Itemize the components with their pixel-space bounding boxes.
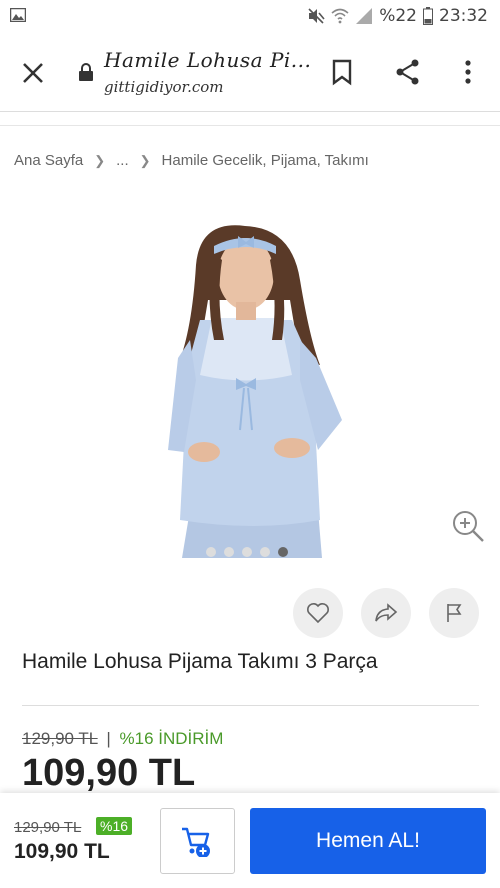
report-button[interactable] [429, 588, 479, 638]
discount-badge: %16 [96, 817, 133, 835]
bottom-old-price: 129,90 TL [14, 819, 82, 836]
close-icon[interactable] [18, 58, 48, 88]
gallery-pagination [206, 547, 288, 557]
share-arrow-icon [375, 603, 398, 622]
battery-icon [423, 7, 433, 25]
signal-icon [356, 8, 373, 24]
favorite-button[interactable] [293, 588, 343, 638]
product-title: Hamile Lohusa Pijama Takımı 3 Parça [22, 650, 378, 673]
gallery-dot[interactable] [242, 547, 252, 557]
breadcrumb-ellipsis[interactable]: ... [116, 152, 129, 169]
product-image[interactable] [0, 190, 500, 570]
current-price: 109,90 TL [22, 752, 196, 794]
share-product-button[interactable] [361, 588, 411, 638]
breadcrumb-home[interactable]: Ana Sayfa [14, 152, 83, 169]
url-host[interactable]: gittigidiyor.com [104, 78, 224, 96]
old-price: 129,90 TL [22, 729, 98, 748]
page-title[interactable]: Hamile Lohusa Pi... [104, 48, 311, 72]
status-bar: %22 23:32 [0, 0, 500, 34]
divider [0, 125, 500, 126]
wifi-icon [331, 8, 349, 24]
gallery-dot[interactable] [260, 547, 270, 557]
chevron-right-icon: ❯ [94, 152, 106, 168]
zoom-in-icon[interactable] [450, 508, 486, 544]
flag-icon [447, 604, 462, 622]
divider [22, 705, 479, 706]
battery-percent: %22 [379, 6, 417, 26]
clock: 23:32 [439, 6, 488, 26]
breadcrumb-category[interactable]: Hamile Gecelik, Pijama, Takımı [162, 152, 369, 169]
more-menu-icon[interactable] [452, 56, 484, 88]
add-to-cart-button[interactable] [160, 808, 235, 874]
add-to-cart-icon [181, 827, 210, 857]
chevron-right-icon: ❯ [139, 152, 151, 168]
gallery-dot-active[interactable] [278, 547, 288, 557]
bookmark-icon[interactable] [326, 56, 358, 88]
lock-icon [79, 63, 93, 81]
image-notification-icon [10, 8, 26, 22]
breadcrumb: Ana Sayfa ❯ ... ❯ Hamile Gecelik, Pijama… [14, 152, 369, 169]
discount-label: %16 İNDİRİM [119, 729, 224, 748]
browser-toolbar: Hamile Lohusa Pi... gittigidiyor.com [0, 34, 500, 112]
buy-now-button[interactable]: Hemen AL! [250, 808, 486, 874]
purchase-bar: 129,90 TL %16 109,90 TL Hemen AL! [0, 793, 500, 888]
gallery-dot[interactable] [206, 547, 216, 557]
price-info: 129,90 TL | %16 İNDİRİM [22, 729, 223, 749]
share-icon[interactable] [392, 56, 424, 88]
gallery-dot[interactable] [224, 547, 234, 557]
separator: | [106, 729, 111, 748]
mute-icon [308, 8, 325, 24]
heart-icon [307, 603, 329, 624]
bottom-price: 109,90 TL [14, 840, 110, 863]
